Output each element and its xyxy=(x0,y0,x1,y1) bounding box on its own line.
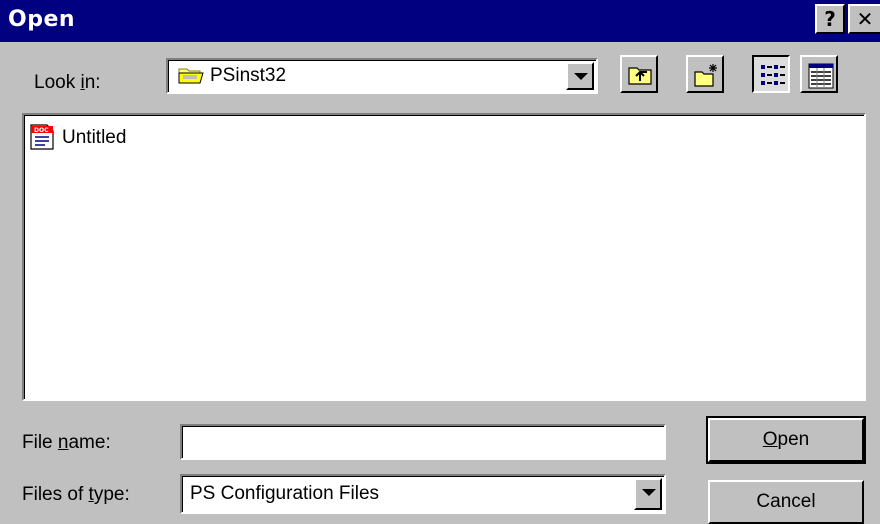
details-view-icon xyxy=(808,63,834,89)
look-in-value: PSinst32 xyxy=(210,65,287,86)
close-icon: ✕ xyxy=(856,7,874,31)
files-of-type-dropdown-button[interactable] xyxy=(634,478,662,510)
look-in-dropdown-button[interactable] xyxy=(566,62,594,90)
help-icon: ? xyxy=(824,7,836,31)
help-button[interactable]: ? xyxy=(815,4,845,34)
file-name: Untitled xyxy=(62,127,127,148)
up-one-level-button[interactable] xyxy=(620,55,658,93)
file-name-label: File name: xyxy=(22,432,111,453)
svg-text:DOC: DOC xyxy=(34,127,49,134)
title-bar: Open ? ✕ xyxy=(0,0,880,42)
new-folder-icon xyxy=(694,64,717,87)
close-button[interactable]: ✕ xyxy=(848,4,880,34)
list-item[interactable]: DOC Untitled xyxy=(28,123,126,153)
look-in-label: Look in: xyxy=(34,72,101,93)
look-in-dropdown[interactable]: PSinst32 xyxy=(166,58,598,94)
files-of-type-value: PS Configuration Files xyxy=(190,483,380,504)
list-view-icon xyxy=(761,65,785,85)
files-of-type-label: Files of type: xyxy=(22,484,130,505)
folder-icon xyxy=(178,65,204,90)
chevron-down-icon xyxy=(642,489,656,496)
open-button[interactable]: Open xyxy=(706,416,866,464)
file-list[interactable]: DOC Untitled xyxy=(22,113,866,401)
create-new-folder-button[interactable] xyxy=(686,55,724,93)
up-folder-icon xyxy=(628,67,652,85)
list-view-button[interactable] xyxy=(752,55,790,93)
file-name-field[interactable] xyxy=(180,424,666,460)
cancel-button[interactable]: Cancel xyxy=(708,480,864,524)
window-title: Open xyxy=(8,7,76,32)
files-of-type-dropdown[interactable]: PS Configuration Files xyxy=(180,474,666,514)
doc-file-icon: DOC xyxy=(30,124,54,150)
chevron-down-icon xyxy=(574,73,588,80)
details-view-button[interactable] xyxy=(800,55,838,93)
